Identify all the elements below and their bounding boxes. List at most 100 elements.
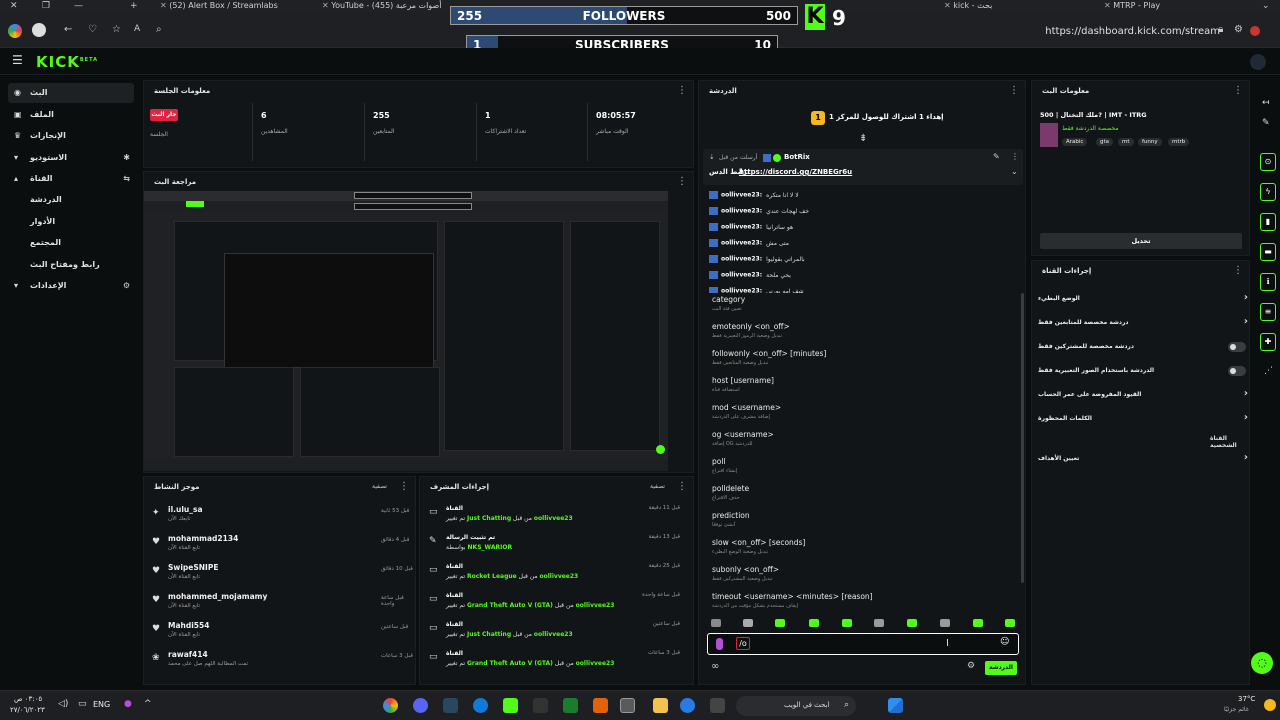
sidebar-item-achievements[interactable]: ♛ الإنجازات [8,126,134,146]
tag[interactable]: Arabic [1062,138,1088,146]
chat-settings-icon[interactable]: ⚙︎ [967,661,975,671]
activity-filter[interactable]: تصفية [372,483,387,490]
chevron-up-icon[interactable]: ^ [144,699,152,709]
language-indicator[interactable]: ENG [93,700,110,709]
more-options-icon[interactable]: ⋮ [399,481,409,492]
command-item[interactable]: prediction أنشئ توقعًا [712,511,750,528]
emote-icon[interactable] [907,619,917,627]
emote-icon[interactable] [775,619,785,627]
sidebar-item-settings[interactable]: ▾ الإعدادات ⚙︎ [8,276,134,296]
browser-tab[interactable]: ✕ MTRP - Play [1100,0,1230,12]
settings-gear-icon[interactable]: ⚙︎ [123,276,130,296]
mod-actions-filter[interactable]: تصفية [650,483,665,490]
more-options-icon[interactable]: ⋮ [1009,85,1019,96]
emote-icon[interactable] [842,619,852,627]
tab-list-icon[interactable]: ⌄ [1262,0,1270,12]
subscribers-only-row[interactable]: دردشة مخصصة للمشتركين فقط [1038,339,1248,359]
lock-icon[interactable]: 🔒︎ [1218,24,1223,35]
scrollbar[interactable] [1021,293,1024,583]
file-explorer-icon[interactable] [653,698,668,713]
new-tab-icon[interactable]: + [130,0,138,12]
taskbar-search-box[interactable]: ابحث في الويب ⌕ [736,696,856,716]
emote-icon[interactable] [940,619,950,627]
more-options-icon[interactable]: ⋮ [677,481,687,492]
expand-icon[interactable]: ⇟ [859,133,867,144]
rail-lightning-button[interactable]: ϟ [1260,183,1276,201]
mic-icon[interactable]: ● [124,699,132,709]
edge-icon[interactable] [473,698,488,713]
tag[interactable]: funny [1138,138,1162,146]
more-options-icon[interactable]: ⋮ [677,176,687,187]
channel-gear-icon[interactable]: ⇆ [123,169,130,189]
pin-toggle-icon[interactable]: ✎ [993,152,1000,161]
help-fab-button[interactable]: ◌ [1251,652,1273,674]
mic-icon[interactable] [716,638,723,650]
browser-tab[interactable]: ✕ kick - بحث [940,0,1040,12]
command-item[interactable]: poll إنشاء اقتراع [712,457,737,474]
close-window-icon[interactable]: ✕ [10,0,18,12]
command-item[interactable]: subonly <on_off> تبديل وضعية المشتركين فق… [712,565,779,582]
emote-icon[interactable] [1005,619,1015,627]
studio-gear-icon[interactable]: ✱ [123,148,130,168]
command-item[interactable]: emoteonly <on_off> تبديل وضعية الرموز الت… [712,322,790,339]
chat-input-value[interactable]: /o [736,637,750,650]
emote-icon[interactable] [809,619,819,627]
sidebar-item-channel[interactable]: ▴ القناة ⇆ [8,169,134,189]
more-options-icon[interactable]: ⋮ [677,85,687,96]
command-item[interactable]: polldelete حذف الاقتراع [712,484,749,501]
rail-activity-button[interactable]: ⊙ [1260,153,1276,171]
volume-icon[interactable]: ◁) [58,699,68,709]
steam-icon[interactable] [443,698,458,713]
set-goals-row[interactable]: تعيين الأهداف › [1038,451,1248,471]
discord-icon[interactable] [413,698,428,713]
tag[interactable]: mt [1118,138,1134,146]
weather-sun-icon[interactable] [1264,699,1276,711]
more-options-icon[interactable]: ⋮ [1233,265,1243,276]
emote-icon[interactable] [874,619,884,627]
weather-temp[interactable]: 37°C [1238,695,1255,703]
command-item[interactable]: slow <on_off> [seconds] تبديل وضعية الوضع… [712,538,805,555]
tag[interactable]: mtrb [1168,138,1190,146]
banned-words-row[interactable]: الكلمات المحظورة › [1038,411,1248,431]
collapse-icon[interactable]: ↤ [1262,98,1270,108]
restore-window-icon[interactable]: ❐ [42,0,50,12]
emote-icon[interactable] [743,619,753,627]
search-icon[interactable]: ⌕ [156,24,162,35]
app-icon[interactable] [533,698,548,713]
emoji-picker-icon[interactable]: ☺ [1000,637,1009,647]
app-icon[interactable] [680,698,695,713]
weather-desc[interactable]: غائم جزئيًا [1224,706,1249,713]
rail-server-button[interactable]: ≡ [1260,303,1276,321]
chevron-down-icon[interactable]: ⌄ [1011,167,1018,176]
browser-tab[interactable]: ✕ YouTube - أصوات مرعبة (455) [318,0,448,12]
emote-icon[interactable] [711,619,721,627]
avatar[interactable] [32,23,46,37]
rail-tools-button[interactable]: ✚ [1260,333,1276,351]
command-item[interactable]: timeout <username> <minutes> [reason] إيق… [712,592,873,609]
settings-icon[interactable]: ⚙︎ [1234,24,1243,35]
emote-only-toggle[interactable] [1228,366,1246,376]
sidebar-item-stream-key[interactable]: رابط ومفتاح البث [8,255,134,275]
extension-icon[interactable] [1250,26,1260,36]
emote-icon[interactable] [973,619,983,627]
command-item[interactable]: og <username> إضافة OG للدردشة [712,430,774,447]
xbox-icon[interactable] [563,698,578,713]
kick-app-icon[interactable] [503,698,518,713]
minimize-window-icon[interactable]: — [74,0,83,12]
read-aloud-icon[interactable]: A [134,24,140,34]
infinity-icon[interactable]: ∞ [711,661,719,672]
browser-tab[interactable]: ✕ (52) Alert Box / Streamlabs [156,0,286,12]
sidebar-item-stream[interactable]: ◉ البث [8,83,134,103]
task-view-icon[interactable] [710,698,725,713]
address-url[interactable]: https://dashboard.kick.com/stream [1045,26,1220,37]
favorite-icon[interactable]: ♡ [88,24,97,35]
sidebar-item-community[interactable]: المجتمع [8,233,134,253]
command-item[interactable]: followonly <on_off> [minutes] تبديل وضعية… [712,349,826,366]
sidebar-item-profile[interactable]: ▣ الملف [8,105,134,125]
browser-logo-icon[interactable] [8,24,22,38]
pinned-link[interactable]: https://discord.gg/ZNBEGr6u [739,168,852,176]
star-icon[interactable]: ☆ [112,24,121,35]
tag[interactable]: gta [1096,138,1114,146]
windows-start-icon[interactable] [888,698,903,713]
account-age-row[interactable]: القيود المفروضة على عمر الحساب › [1038,387,1248,407]
